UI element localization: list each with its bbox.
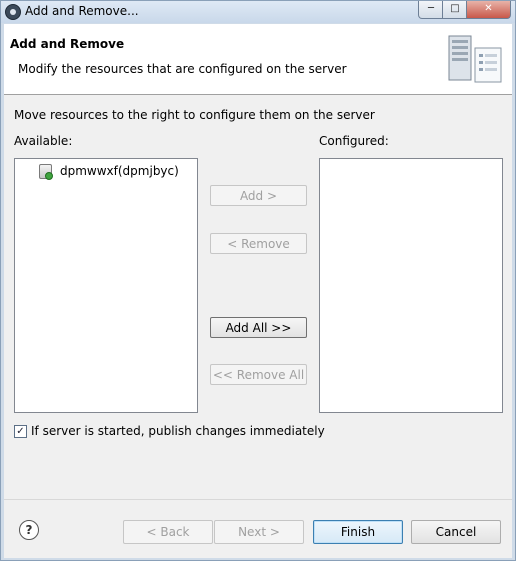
configured-label: Configured: <box>319 134 389 148</box>
help-icon[interactable]: ? <box>19 520 39 540</box>
dialog-footer: ? < Back Next > Finish Cancel <box>4 499 512 558</box>
add-all-button[interactable]: Add All >> <box>210 317 307 338</box>
available-label: Available: <box>14 134 73 148</box>
server-module-icon <box>39 163 53 180</box>
remove-button[interactable]: < Remove <box>210 233 307 254</box>
dialog-content: Move resources to the right to configure… <box>4 95 512 499</box>
next-button[interactable]: Next > <box>214 520 304 544</box>
minimize-button[interactable]: ─ <box>418 1 444 19</box>
window-title: Add and Remove... <box>25 4 139 18</box>
instruction-text: Move resources to the right to configure… <box>14 108 375 122</box>
publish-label: If server is started, publish changes im… <box>31 424 325 438</box>
maximize-button[interactable]: □ <box>442 1 468 19</box>
server-config-icon <box>448 35 502 83</box>
finish-button[interactable]: Finish <box>313 520 403 544</box>
remove-all-button[interactable]: << Remove All <box>210 364 307 385</box>
cancel-button[interactable]: Cancel <box>411 520 501 544</box>
back-button[interactable]: < Back <box>123 520 213 544</box>
publish-checkbox[interactable]: ✓ <box>14 424 27 438</box>
configured-list[interactable] <box>319 158 503 413</box>
dialog-window: Add and Remove... ─ □ ✕ Add and Remove M… <box>0 0 516 561</box>
list-item[interactable]: dpmwwxf(dpmjbyc) <box>39 163 179 180</box>
eclipse-app-icon <box>5 4 21 20</box>
list-item-label: dpmwwxf(dpmjbyc) <box>60 164 179 178</box>
available-list[interactable]: dpmwwxf(dpmjbyc) <box>14 158 198 413</box>
header-banner: Add and Remove Modify the resources that… <box>4 24 512 95</box>
add-button[interactable]: Add > <box>210 185 307 206</box>
banner-title: Add and Remove <box>10 37 125 51</box>
close-button[interactable]: ✕ <box>466 1 511 19</box>
publish-option[interactable]: ✓ If server is started, publish changes … <box>14 424 325 438</box>
title-bar[interactable]: Add and Remove... ─ □ ✕ <box>1 1 515 23</box>
banner-description: Modify the resources that are configured… <box>18 62 347 76</box>
